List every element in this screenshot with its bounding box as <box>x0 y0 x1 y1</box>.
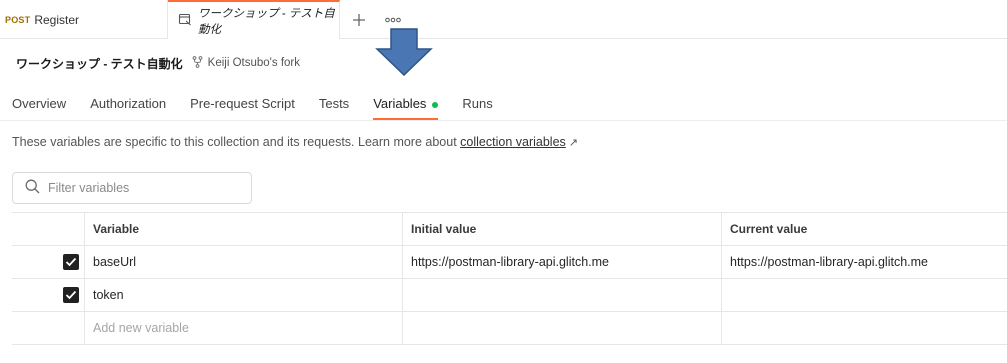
tab-register-label: Register <box>34 12 79 27</box>
table-header-check <box>12 213 85 245</box>
variable-name-cell[interactable]: baseUrl <box>85 246 403 278</box>
table-row-new: Add new variable <box>12 312 1007 345</box>
subtab-label: Pre-request Script <box>190 96 295 111</box>
filter-input[interactable] <box>48 181 238 195</box>
header-initial-value: Initial value <box>403 213 722 245</box>
fork-info[interactable]: Keiji Otsubo's fork <box>192 55 300 71</box>
initial-value-cell[interactable] <box>403 279 722 311</box>
tab-collection-label: ワークショップ - テスト自動化 <box>198 7 335 36</box>
variable-name-cell[interactable]: token <box>85 279 403 311</box>
subtab-tests[interactable]: Tests <box>319 86 349 120</box>
initial-value-cell[interactable]: https://postman-library-api.glitch.me <box>403 246 722 278</box>
subtab-authorization[interactable]: Authorization <box>90 86 166 120</box>
table-row: token <box>12 279 1007 312</box>
enable-checkbox[interactable] <box>63 287 79 303</box>
subtab-overview[interactable]: Overview <box>12 86 66 120</box>
variables-table: Variable Initial value Current value bas… <box>12 212 1007 345</box>
collection-name[interactable]: ワークショップ - テスト自動化 <box>16 55 183 72</box>
plus-icon[interactable] <box>340 0 378 39</box>
current-value-cell[interactable]: https://postman-library-api.glitch.me <box>722 246 1007 278</box>
subtab-label: Overview <box>12 96 67 111</box>
variables-description: These variables are specific to this col… <box>12 135 578 149</box>
subtab-label: Tests <box>318 96 350 111</box>
fork-label: Keiji Otsubo's fork <box>207 57 300 69</box>
annotation-arrow-icon <box>375 28 433 76</box>
divider <box>0 120 1007 121</box>
row-check-cell <box>12 279 85 311</box>
tab-collection[interactable]: ワークショップ - テスト自動化 <box>168 0 340 40</box>
current-value-cell[interactable] <box>722 312 1007 344</box>
subtab-label: Authorization <box>90 96 167 111</box>
current-value-cell[interactable] <box>722 279 1007 311</box>
collection-header: ワークショップ - テスト自動化 Keiji Otsubo's fork <box>16 55 300 71</box>
add-new-variable-input[interactable]: Add new variable <box>85 312 403 344</box>
row-check-cell <box>12 312 85 344</box>
tab-register[interactable]: POST Register <box>0 0 168 39</box>
header-current-value: Current value <box>730 222 808 236</box>
subtab-pre-request-script[interactable]: Pre-request Script <box>190 86 295 120</box>
subtab-label: Variables <box>373 96 427 111</box>
table-header-row: Variable Initial value Current value <box>12 213 1007 246</box>
collection-icon <box>178 12 192 29</box>
enable-checkbox[interactable] <box>63 254 79 270</box>
subtab-label: Runs <box>462 96 493 111</box>
table-row: baseUrl https://postman-library-api.glit… <box>12 246 1007 279</box>
header-variable: Variable <box>85 213 403 245</box>
external-link-icon: ↗ <box>568 137 578 149</box>
row-check-cell <box>12 246 85 278</box>
status-dot <box>432 102 439 108</box>
subtab-variables[interactable]: Variables <box>373 86 439 120</box>
description-text: These variables are specific to this col… <box>12 135 461 149</box>
tab-strip: POST Register ワークショップ - テスト自動化 <box>0 0 1007 40</box>
fork-icon <box>192 55 208 71</box>
method-badge: POST <box>5 14 31 25</box>
subtab-runs[interactable]: Runs <box>462 86 492 120</box>
collection-subtabs: Overview Authorization Pre-request Scrip… <box>12 86 517 120</box>
filter-box[interactable] <box>12 172 252 204</box>
initial-value-cell[interactable] <box>403 312 722 344</box>
collection-variables-link[interactable]: collection variables <box>460 135 566 149</box>
search-icon <box>25 179 40 197</box>
